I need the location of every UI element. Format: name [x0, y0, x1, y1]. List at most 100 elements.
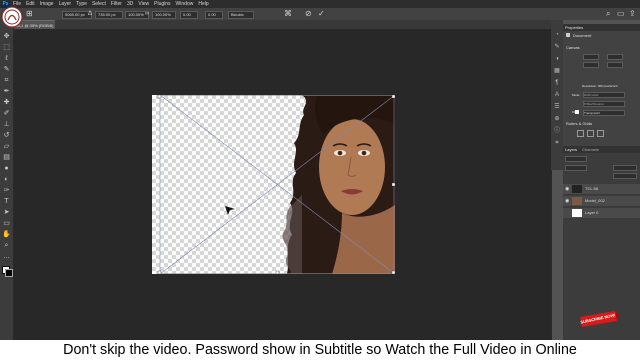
properties-title[interactable]: Properties [563, 24, 640, 31]
stamp-icon[interactable]: ⊥ [2, 120, 11, 129]
info-icon[interactable]: ⓘ [553, 127, 561, 135]
menu-edit[interactable]: Edit [26, 0, 35, 8]
properties-panel: Properties Document Canvas Resolution: 3… [563, 24, 640, 146]
menu-layer[interactable]: Layer [59, 0, 72, 8]
eyedropper-icon[interactable]: ✒ [2, 87, 11, 96]
fill-select[interactable]: Transparent [583, 110, 625, 116]
bits-select[interactable]: 8 Bits/Channel [583, 101, 625, 107]
blur-icon[interactable]: ● [2, 164, 11, 173]
fill-opacity-field[interactable] [613, 173, 637, 179]
gradient-icon[interactable]: ▤ [2, 153, 11, 162]
workspace-icon[interactable]: ▭ [617, 9, 625, 19]
skew-field[interactable]: 0.00 [205, 11, 223, 19]
crop-icon[interactable]: ⌗ [2, 76, 11, 85]
commit-transform-icon[interactable]: ✓ [318, 9, 325, 19]
path-select-icon[interactable]: ➤ [2, 208, 11, 217]
menu-image[interactable]: Image [40, 0, 54, 8]
pen-icon[interactable]: ✑ [2, 186, 11, 195]
channel-logo-icon [1, 6, 23, 28]
hand-icon[interactable]: ✋ [2, 230, 11, 239]
navigator-icon[interactable]: ⊕ [553, 115, 561, 123]
cancel-transform-icon[interactable]: ⊘ [305, 9, 312, 19]
layer-row[interactable]: ◉ TCL 88 [563, 184, 640, 195]
blend-mode-select[interactable] [565, 165, 587, 171]
paragraph-icon[interactable]: ¶ [553, 79, 561, 87]
tab-channels[interactable]: Channels [582, 147, 599, 152]
fill-swatch-icon[interactable] [575, 110, 579, 114]
menu-view[interactable]: View [138, 0, 149, 8]
shape-icon[interactable]: ▭ [2, 219, 11, 228]
menu-plugins[interactable]: Plugins [154, 0, 170, 8]
character-icon[interactable]: A [553, 91, 561, 99]
transform-handle[interactable] [157, 270, 162, 274]
adjustments-icon[interactable]: ◑ [553, 55, 561, 63]
opacity-field[interactable] [613, 165, 637, 171]
height-field[interactable]: 100.00% [152, 11, 176, 19]
menu-select[interactable]: Select [92, 0, 106, 8]
history-icon[interactable]: ◔ [553, 31, 561, 39]
more-icon[interactable]: … [2, 252, 11, 261]
layer-row[interactable]: ◉ Model_002 [563, 196, 640, 207]
visibility-eye-icon[interactable]: ◉ [565, 196, 570, 206]
history-brush-icon[interactable]: ↺ [2, 131, 11, 140]
layer-row[interactable]: Layer 0 [563, 208, 640, 219]
cursor-icon [225, 206, 235, 215]
transform-handle[interactable] [391, 95, 395, 99]
layers-panel-tabs: Layers Channels [563, 146, 640, 153]
move-icon[interactable]: ✥ [2, 32, 11, 41]
libraries-icon[interactable]: ☰ [553, 103, 561, 111]
interpolation-select[interactable]: Bicubic [228, 11, 254, 19]
canvas-y-field[interactable] [607, 62, 623, 68]
glyphs-icon[interactable]: ⌗ [553, 139, 561, 147]
layer-filter-select[interactable] [565, 156, 587, 162]
guides-toggle-icon[interactable] [597, 130, 604, 137]
ruler-toggle-icon[interactable] [577, 130, 584, 137]
search-icon[interactable]: ⌕ [606, 9, 610, 19]
transform-handle[interactable] [391, 182, 395, 187]
quick-select-icon[interactable]: ✎ [2, 65, 11, 74]
menu-bar: Ps File Edit Image Layer Type Select Fil… [0, 0, 640, 8]
menu-window[interactable]: Window [176, 0, 194, 8]
resolution-text: Resolution: 300 pixels/inch [582, 84, 618, 88]
menu-3d[interactable]: 3D [127, 0, 133, 8]
document-canvas[interactable] [152, 95, 395, 274]
menu-filter[interactable]: Filter [111, 0, 122, 8]
layer-thumbnail [572, 209, 582, 217]
layer-name: Layer 0 [585, 210, 599, 215]
share-icon[interactable]: ⇪ [629, 9, 636, 19]
transform-handle[interactable] [157, 95, 162, 99]
type-icon[interactable]: T [2, 197, 11, 206]
canvas-section[interactable]: Canvas [563, 45, 580, 50]
y-position-field[interactable]: 735.00 px [95, 11, 123, 19]
canvas-height-field[interactable] [607, 54, 623, 60]
visibility-eye-icon[interactable]: ◉ [565, 184, 570, 194]
brush-icon[interactable]: ✐ [2, 109, 11, 118]
menu-type[interactable]: Type [76, 0, 87, 8]
transform-handle[interactable] [275, 270, 280, 274]
canvas-width-field[interactable] [583, 54, 599, 60]
angle-field[interactable]: 0.00 [180, 11, 198, 19]
color-swatch-icon[interactable] [2, 266, 13, 277]
rulers-section[interactable]: Rulers & Grids [563, 121, 592, 126]
tab-layers[interactable]: Layers [565, 147, 577, 152]
canvas-x-field[interactable] [583, 62, 599, 68]
marquee-icon[interactable]: ⬚ [2, 43, 11, 52]
link-icon[interactable]: ∞ [145, 9, 149, 19]
layer-thumbnail [572, 197, 582, 205]
swatches-icon[interactable]: ▦ [553, 67, 561, 75]
warp-icon[interactable]: ⌘ [284, 9, 292, 19]
dodge-icon[interactable]: ◐ [2, 175, 11, 184]
eraser-icon[interactable]: ▱ [2, 142, 11, 151]
menu-help[interactable]: Help [198, 0, 208, 8]
subscribe-badge[interactable]: SUBSCRIBE NOW! [577, 309, 619, 329]
lasso-icon[interactable]: ℓ [2, 54, 11, 63]
mode-label: Mode [572, 93, 580, 97]
transform-handle[interactable] [391, 270, 395, 274]
mode-select[interactable]: RGB Color [583, 92, 625, 98]
zoom-icon[interactable]: ⌕ [2, 241, 11, 250]
brush-settings-icon[interactable]: ✎ [553, 43, 561, 51]
right-pupil [361, 150, 367, 156]
healing-icon[interactable]: ✚ [2, 98, 11, 107]
reference-point-icon[interactable]: ⊞ [26, 9, 33, 19]
grid-toggle-icon[interactable] [587, 130, 594, 137]
